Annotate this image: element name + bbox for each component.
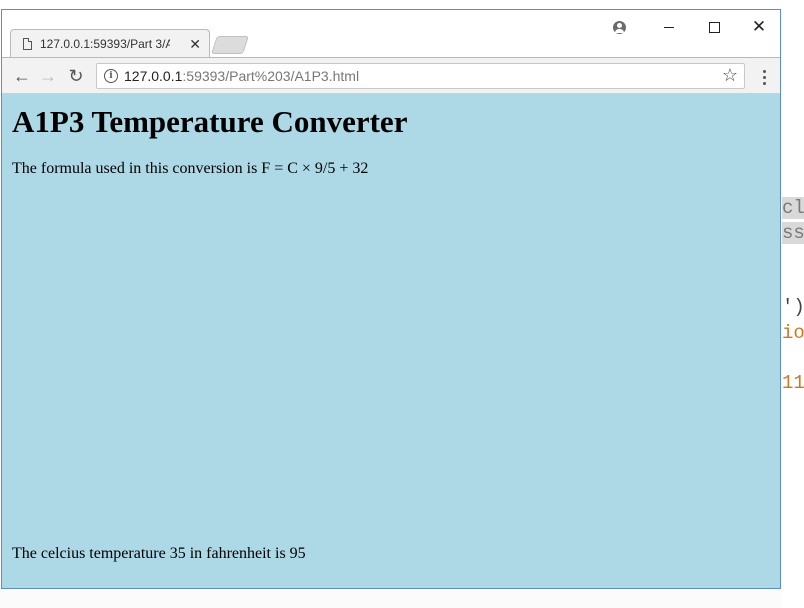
url-text[interactable]: 127.0.0.1:59393/Part%203/A1P3.html bbox=[124, 68, 359, 84]
background-editor-strip bbox=[0, 590, 782, 608]
browser-tab[interactable]: 127.0.0.1:59393/Part 3/A ✕ bbox=[10, 29, 210, 57]
tab-close-icon[interactable]: ✕ bbox=[189, 36, 201, 53]
page-content: A1P3 Temperature Converter The formula u… bbox=[2, 94, 780, 588]
forward-arrow-icon[interactable]: → bbox=[36, 64, 60, 88]
address-bar[interactable]: i 127.0.0.1:59393/Part%203/A1P3.html ☆ bbox=[96, 63, 745, 89]
minimize-button[interactable] bbox=[652, 14, 686, 40]
close-window-button[interactable]: ✕ bbox=[742, 14, 776, 40]
bookmark-star-icon[interactable]: ☆ bbox=[722, 65, 738, 86]
url-path: :59393/Part%203/A1P3.html bbox=[182, 68, 360, 84]
editor-text-fragment: 11 bbox=[782, 372, 804, 394]
profile-icon[interactable] bbox=[608, 14, 630, 40]
tab-title: 127.0.0.1:59393/Part 3/A bbox=[40, 37, 170, 51]
formula-text: The formula used in this conversion is F… bbox=[12, 160, 369, 177]
info-icon[interactable]: i bbox=[104, 69, 118, 83]
url-host: 127.0.0.1 bbox=[124, 68, 183, 84]
background-editor-window: cl ss ') io 11 bbox=[782, 0, 804, 608]
editor-text-fragment: ') bbox=[782, 296, 804, 318]
result-text: The celcius temperature 35 in fahrenheit… bbox=[12, 545, 306, 562]
maximize-button[interactable] bbox=[697, 14, 731, 40]
reload-icon[interactable]: ↻ bbox=[64, 64, 88, 88]
document-icon bbox=[23, 38, 32, 50]
back-arrow-icon[interactable]: ← bbox=[10, 64, 34, 88]
browser-window: 127.0.0.1:59393/Part 3/A ✕ ✕ ← → ↻ i 127… bbox=[1, 9, 781, 589]
title-bar: 127.0.0.1:59393/Part 3/A ✕ ✕ bbox=[2, 10, 780, 57]
menu-dots-icon[interactable] bbox=[754, 67, 774, 87]
editor-text-fragment: io bbox=[782, 322, 804, 344]
editor-text-fragment: ss bbox=[782, 222, 804, 244]
page-title: A1P3 Temperature Converter bbox=[12, 104, 408, 139]
editor-text-fragment: cl bbox=[782, 197, 804, 219]
browser-toolbar: ← → ↻ i 127.0.0.1:59393/Part%203/A1P3.ht… bbox=[2, 57, 780, 94]
new-tab-button[interactable] bbox=[211, 36, 249, 54]
